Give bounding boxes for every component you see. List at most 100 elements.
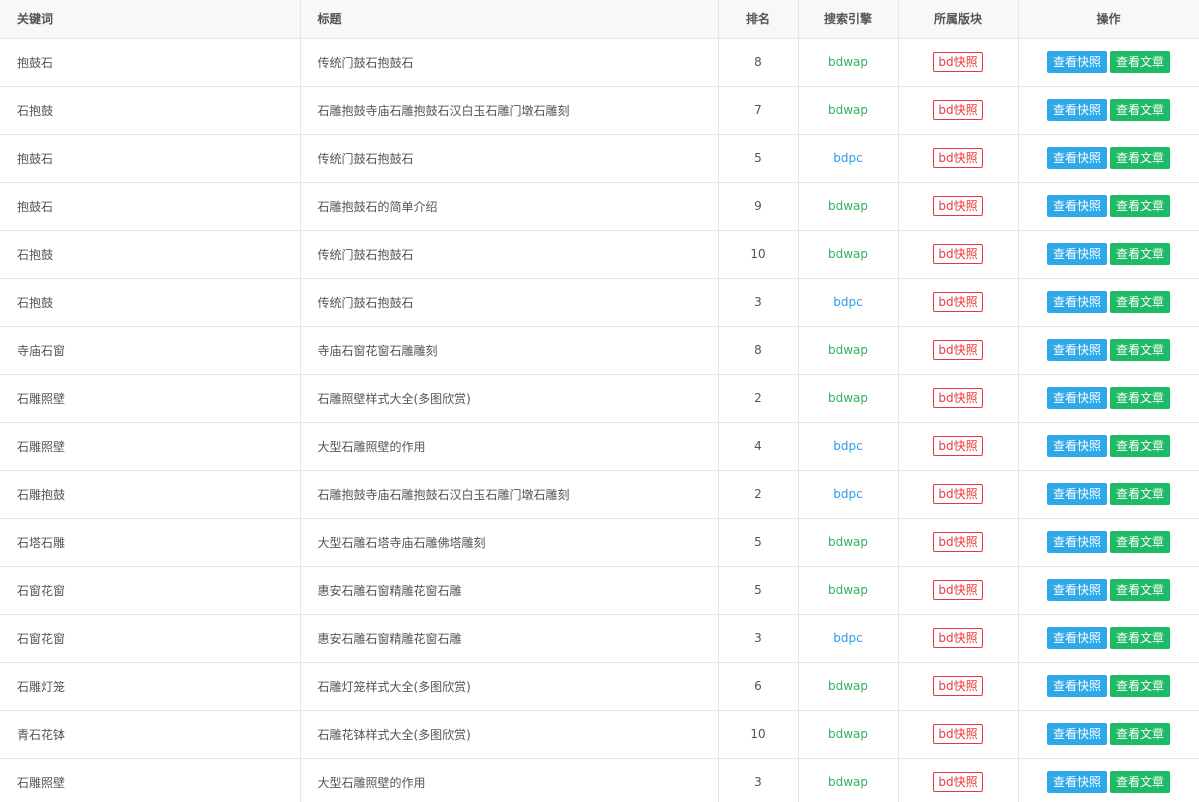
table-row: 石抱鼓 传统门鼓石抱鼓石 10 bdwap bd快照 查看快照 查看文章: [0, 230, 1199, 279]
engine-cell: bdwap: [798, 230, 899, 279]
view-snapshot-button[interactable]: 查看快照: [1046, 531, 1107, 553]
keyword-cell: 石雕照壁: [0, 422, 301, 471]
table-row: 抱鼓石 传统门鼓石抱鼓石 5 bdpc bd快照 查看快照 查看文章: [0, 134, 1199, 183]
view-article-button[interactable]: 查看文章: [1110, 483, 1171, 505]
engine-cell: bdwap: [798, 566, 899, 615]
keyword-cell: 石雕照壁: [0, 758, 301, 802]
keyword-cell: 石雕抱鼓: [0, 470, 301, 519]
section-cell: bd快照: [898, 614, 1019, 663]
section-tag: bd快照: [933, 340, 983, 360]
section-tag: bd快照: [933, 436, 983, 456]
view-article-button[interactable]: 查看文章: [1110, 291, 1171, 313]
keyword-cell: 抱鼓石: [0, 182, 301, 231]
view-article-button[interactable]: 查看文章: [1110, 243, 1171, 265]
view-snapshot-button[interactable]: 查看快照: [1046, 291, 1107, 313]
view-article-button[interactable]: 查看文章: [1110, 387, 1171, 409]
rank-cell: 5: [718, 134, 799, 183]
view-article-button[interactable]: 查看文章: [1110, 51, 1171, 73]
engine-cell: bdwap: [798, 710, 899, 759]
engine-cell: bdwap: [798, 374, 899, 423]
view-snapshot-button[interactable]: 查看快照: [1046, 243, 1107, 265]
section-tag: bd快照: [933, 628, 983, 648]
view-snapshot-button[interactable]: 查看快照: [1046, 483, 1107, 505]
rank-cell: 9: [718, 182, 799, 231]
table-row: 石雕照壁 石雕照壁样式大全(多图欣赏) 2 bdwap bd快照 查看快照 查看文章: [0, 374, 1199, 423]
header-actions: 操作: [1018, 0, 1199, 39]
view-snapshot-button[interactable]: 查看快照: [1046, 147, 1107, 169]
table-row: 石抱鼓 传统门鼓石抱鼓石 3 bdpc bd快照 查看快照 查看文章: [0, 278, 1199, 327]
view-snapshot-button[interactable]: 查看快照: [1046, 99, 1107, 121]
view-article-button[interactable]: 查看文章: [1110, 771, 1171, 793]
view-snapshot-button[interactable]: 查看快照: [1046, 435, 1107, 457]
section-cell: bd快照: [898, 422, 1019, 471]
view-article-button[interactable]: 查看文章: [1110, 195, 1171, 217]
view-snapshot-button[interactable]: 查看快照: [1046, 723, 1107, 745]
table-row: 石雕灯笼 石雕灯笼样式大全(多图欣赏) 6 bdwap bd快照 查看快照 查看文章: [0, 662, 1199, 711]
actions-cell: 查看快照 查看文章: [1018, 422, 1199, 471]
rank-cell: 8: [718, 326, 799, 375]
title-cell: 传统门鼓石抱鼓石: [300, 134, 719, 183]
view-snapshot-button[interactable]: 查看快照: [1046, 771, 1107, 793]
view-snapshot-button[interactable]: 查看快照: [1046, 675, 1107, 697]
actions-cell: 查看快照 查看文章: [1018, 470, 1199, 519]
actions-cell: 查看快照 查看文章: [1018, 758, 1199, 802]
section-cell: bd快照: [898, 134, 1019, 183]
title-cell: 石雕照壁样式大全(多图欣赏): [300, 374, 719, 423]
table-row: 青石花钵 石雕花钵样式大全(多图欣赏) 10 bdwap bd快照 查看快照 查看文章: [0, 710, 1199, 759]
section-tag: bd快照: [933, 532, 983, 552]
view-article-button[interactable]: 查看文章: [1110, 147, 1171, 169]
view-snapshot-button[interactable]: 查看快照: [1046, 387, 1107, 409]
actions-cell: 查看快照 查看文章: [1018, 614, 1199, 663]
view-snapshot-button[interactable]: 查看快照: [1046, 579, 1107, 601]
view-article-button[interactable]: 查看文章: [1110, 675, 1171, 697]
rank-cell: 7: [718, 86, 799, 135]
view-snapshot-button[interactable]: 查看快照: [1046, 339, 1107, 361]
view-article-button[interactable]: 查看文章: [1110, 339, 1171, 361]
section-cell: bd快照: [898, 470, 1019, 519]
view-article-button[interactable]: 查看文章: [1110, 435, 1171, 457]
view-article-button[interactable]: 查看文章: [1110, 99, 1171, 121]
title-cell: 惠安石雕石窗精雕花窗石雕: [300, 566, 719, 615]
header-engine: 搜索引擎: [798, 0, 899, 39]
actions-cell: 查看快照 查看文章: [1018, 230, 1199, 279]
rank-cell: 3: [718, 758, 799, 802]
section-cell: bd快照: [898, 518, 1019, 567]
view-snapshot-button[interactable]: 查看快照: [1046, 195, 1107, 217]
section-tag: bd快照: [933, 100, 983, 120]
view-snapshot-button[interactable]: 查看快照: [1046, 627, 1107, 649]
view-article-button[interactable]: 查看文章: [1110, 627, 1171, 649]
table-header: 关键词 标题 排名 搜索引擎 所属版块 操作: [0, 0, 1199, 39]
engine-cell: bdwap: [798, 182, 899, 231]
actions-cell: 查看快照 查看文章: [1018, 710, 1199, 759]
section-tag: bd快照: [933, 724, 983, 744]
engine-cell: bdwap: [798, 758, 899, 802]
keyword-cell: 青石花钵: [0, 710, 301, 759]
section-cell: bd快照: [898, 38, 1019, 87]
actions-cell: 查看快照 查看文章: [1018, 326, 1199, 375]
actions-cell: 查看快照 查看文章: [1018, 662, 1199, 711]
section-tag: bd快照: [933, 676, 983, 696]
title-cell: 传统门鼓石抱鼓石: [300, 278, 719, 327]
view-snapshot-button[interactable]: 查看快照: [1046, 51, 1107, 73]
title-cell: 大型石雕照壁的作用: [300, 422, 719, 471]
rank-cell: 2: [718, 374, 799, 423]
section-tag: bd快照: [933, 52, 983, 72]
section-cell: bd快照: [898, 182, 1019, 231]
section-cell: bd快照: [898, 374, 1019, 423]
rank-cell: 3: [718, 278, 799, 327]
header-row: 关键词 标题 排名 搜索引擎 所属版块 操作: [0, 0, 1199, 39]
keyword-cell: 石抱鼓: [0, 230, 301, 279]
section-tag: bd快照: [933, 292, 983, 312]
header-section: 所属版块: [898, 0, 1019, 39]
section-tag: bd快照: [933, 196, 983, 216]
view-article-button[interactable]: 查看文章: [1110, 531, 1171, 553]
rank-cell: 2: [718, 470, 799, 519]
actions-cell: 查看快照 查看文章: [1018, 182, 1199, 231]
actions-cell: 查看快照 查看文章: [1018, 374, 1199, 423]
engine-cell: bdwap: [798, 38, 899, 87]
rank-cell: 10: [718, 230, 799, 279]
keyword-cell: 石雕灯笼: [0, 662, 301, 711]
view-article-button[interactable]: 查看文章: [1110, 579, 1171, 601]
view-article-button[interactable]: 查看文章: [1110, 723, 1171, 745]
engine-cell: bdpc: [798, 470, 899, 519]
